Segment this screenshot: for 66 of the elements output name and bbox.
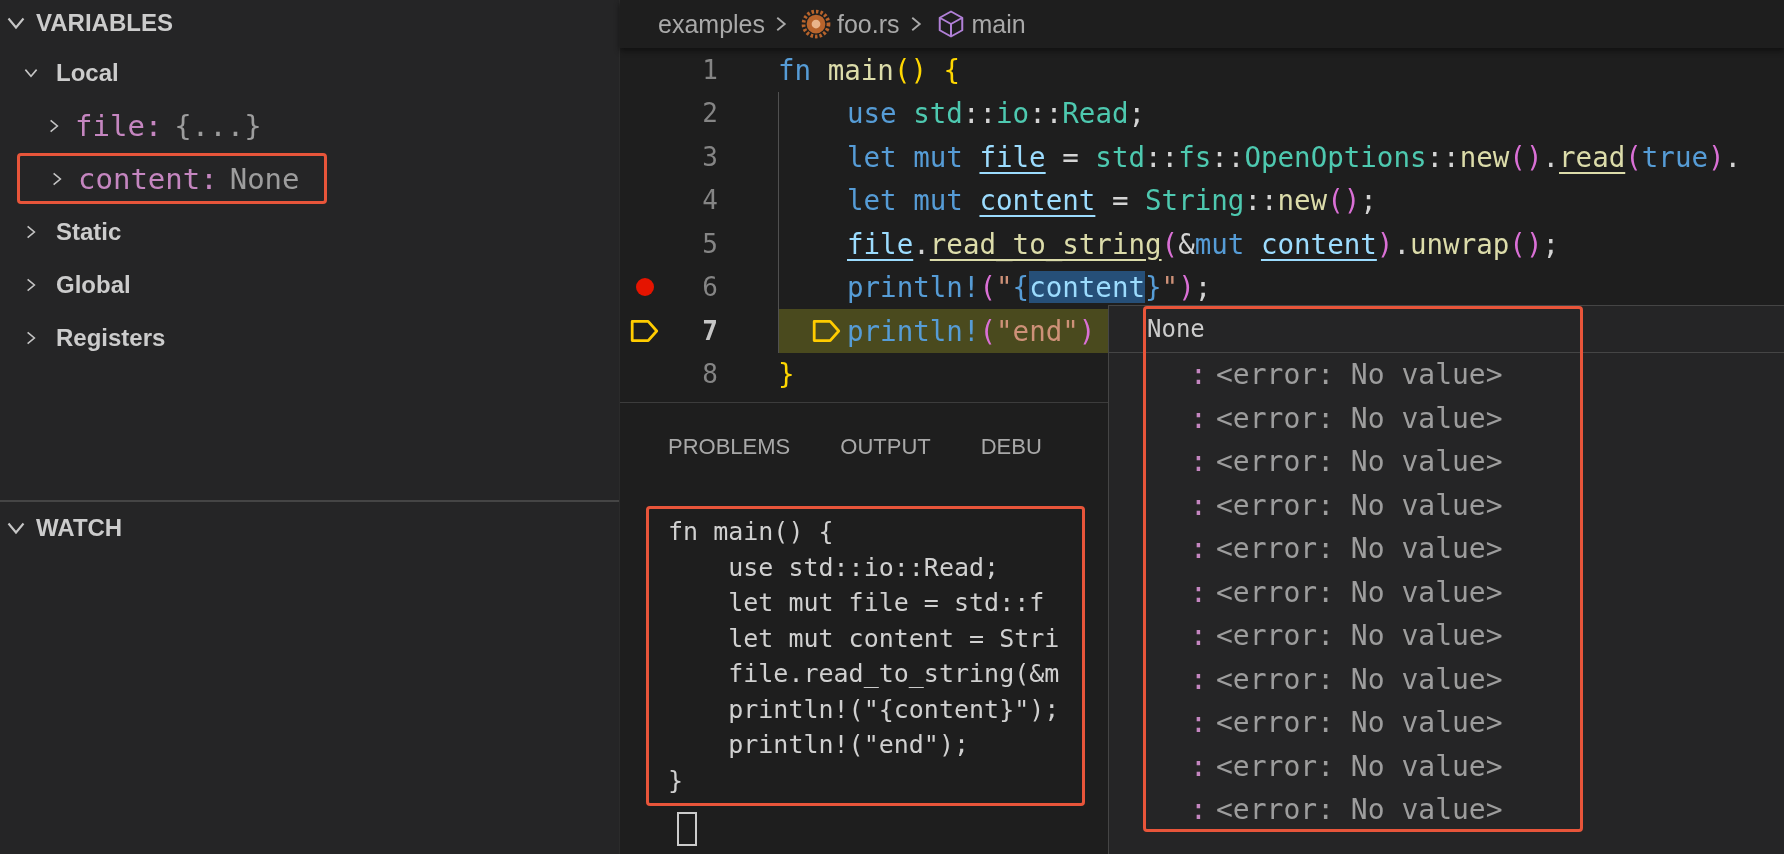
terminal-line: let mut file = std::f [727, 587, 1046, 619]
code-line: file.read_to_string(&mut content).unwrap(); [847, 227, 1559, 260]
code-line: use std::io::Read; [847, 97, 1146, 130]
hover-key: : [1190, 662, 1216, 696]
variable-value: None [229, 161, 300, 196]
gear-icon [801, 9, 831, 39]
breadcrumb-item[interactable]: examples [658, 9, 765, 39]
hover-value: <error: No value> [1216, 445, 1503, 479]
code-line: println!("end") [847, 314, 1096, 347]
section-title[interactable]: VARIABLES [36, 9, 173, 37]
breadcrumb-item[interactable]: foo.rs [837, 9, 900, 39]
breakpoint-dot[interactable] [635, 277, 655, 298]
panel-tab[interactable]: DEBU [980, 434, 1042, 460]
breadcrumb-item[interactable]: main [971, 9, 1026, 39]
scope-label[interactable]: Registers [56, 323, 166, 352]
terminal-line: use std::io::Read; [727, 551, 1001, 584]
code-line: println!("{content}"); [847, 271, 1212, 304]
hover-value: <error: No value> [1216, 358, 1503, 392]
line-number: 6 [701, 272, 718, 303]
line-number: 4 [701, 185, 718, 216]
panel-tab[interactable]: OUTPUT [840, 434, 931, 460]
hover-key: : [1190, 619, 1216, 653]
hover-value: <error: No value> [1216, 793, 1503, 827]
hover-key: : [1190, 749, 1216, 783]
hover-value: <error: No value> [1216, 749, 1503, 783]
hover-key: : [1190, 401, 1216, 435]
line-number: 3 [701, 141, 718, 172]
terminal-line: } [668, 764, 685, 797]
hover-key: : [1190, 793, 1216, 827]
hover-key: : [1190, 358, 1216, 392]
hover-key: : [1190, 532, 1216, 566]
hover-key: : [1190, 706, 1216, 740]
hover-title: None [1109, 306, 1784, 353]
section-title[interactable]: WATCH [36, 514, 123, 542]
code-line: fn main() { [778, 53, 961, 86]
code-line: } [778, 358, 795, 391]
variable-name: content: [78, 161, 218, 196]
terminal-line: println!("end"); [727, 729, 971, 761]
terminal-line: fn main() { [668, 516, 835, 548]
code-line: let mut file = std::fs::OpenOptions::new().read(true). [847, 140, 1742, 173]
scope-label[interactable]: Static [56, 217, 122, 246]
variable-name: file: [75, 108, 163, 143]
line-number: 8 [701, 359, 718, 390]
hover-value: <error: No value> [1216, 619, 1503, 653]
hover-value: <error: No value> [1216, 532, 1503, 566]
scope-label[interactable]: Local [56, 58, 119, 87]
code-line: let mut content = String::new(); [847, 184, 1377, 217]
stopped-arrow-icon [811, 318, 843, 344]
line-number: 2 [701, 98, 718, 129]
panel-tab[interactable]: PROBLEMS [668, 434, 791, 460]
terminal-line: println!("{content}"); [727, 693, 1061, 726]
hover-key: : [1190, 445, 1216, 479]
hover-value: <error: No value> [1216, 706, 1503, 740]
variable-value: {...} [174, 108, 262, 143]
line-number: 1 [701, 54, 718, 85]
scope-label[interactable]: Global [56, 270, 131, 299]
terminal-line: let mut content = Stri [727, 622, 1061, 655]
terminal-line: file.read_to_string(&m [727, 658, 1061, 690]
line-number: 7 [701, 315, 718, 346]
hover-value: <error: No value> [1216, 575, 1503, 609]
hover-key: : [1190, 488, 1216, 522]
hover-key: : [1190, 575, 1216, 609]
hover-value: <error: No value> [1216, 662, 1503, 696]
line-number: 5 [701, 228, 718, 259]
hover-value: <error: No value> [1216, 488, 1503, 522]
hover-value: <error: No value> [1216, 401, 1503, 435]
